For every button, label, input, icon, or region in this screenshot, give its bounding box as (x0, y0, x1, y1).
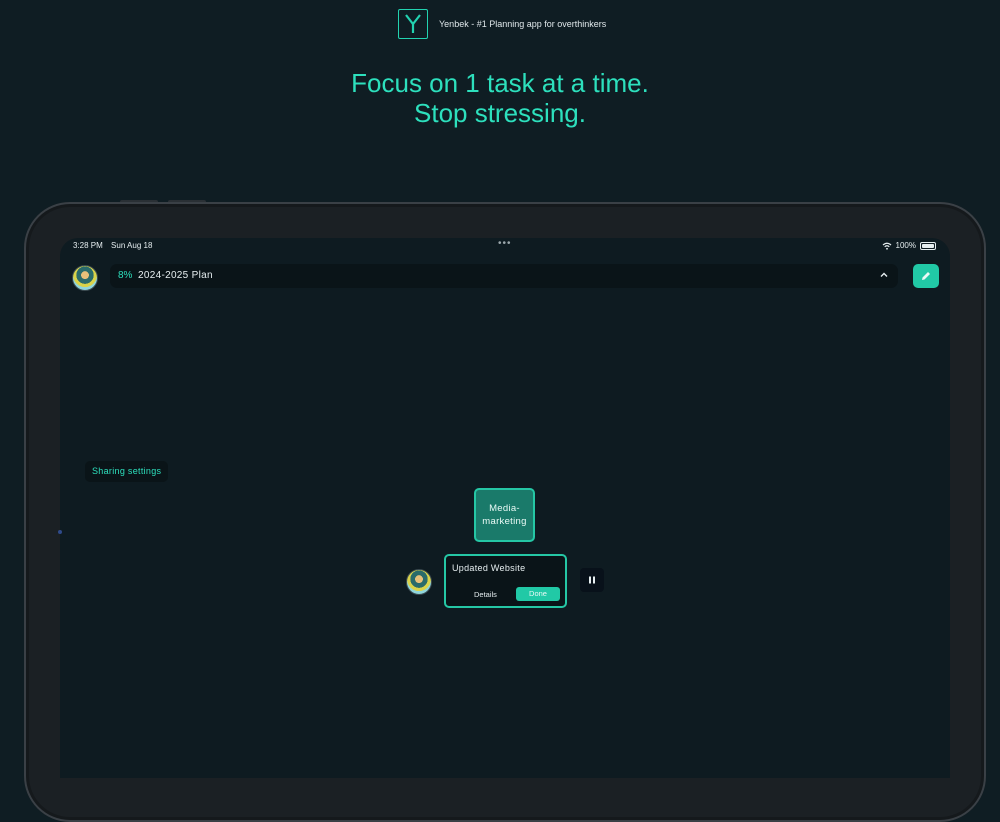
status-date: Sun Aug 18 (111, 241, 153, 250)
pause-button[interactable] (580, 568, 604, 592)
sharing-settings-button[interactable]: Sharing settings (85, 461, 169, 482)
plan-progress-percent: 8% (118, 270, 133, 281)
task-card[interactable]: Updated Website Details Done (444, 554, 567, 608)
multitask-dots[interactable]: ••• (498, 238, 512, 249)
details-button[interactable]: Details (474, 590, 497, 599)
promo-banner: Yenbek - #1 Planning app for overthinker… (0, 0, 1000, 200)
media-marketing-node[interactable]: Media- marketing (474, 488, 535, 542)
status-time: 3:28 PM (73, 241, 103, 250)
headline-line-2: Stop stressing. (414, 98, 586, 128)
done-button[interactable]: Done (516, 587, 560, 601)
app-title: Yenbek - #1 Planning app for overthinker… (439, 19, 607, 29)
battery-percent: 100% (895, 241, 916, 250)
wifi-icon (882, 242, 891, 250)
pause-icon (589, 576, 595, 584)
status-bar-right: 100% (882, 241, 936, 250)
app-logo (398, 9, 428, 39)
headline: Focus on 1 task at a time. Stop stressin… (0, 68, 1000, 128)
status-bar-left: 3:28 PM Sun Aug 18 (73, 241, 158, 250)
side-indicator-dot (58, 530, 62, 534)
edit-button[interactable] (913, 264, 939, 288)
logo-y-icon (405, 14, 421, 33)
task-title: Updated Website (452, 563, 526, 573)
headline-line-1: Focus on 1 task at a time. (351, 68, 649, 98)
plan-selector[interactable]: 8% 2024-2025 Plan (110, 264, 898, 288)
media-node-label: Media- marketing (482, 503, 527, 527)
assignee-avatar[interactable] (406, 569, 432, 595)
chevron-up-icon[interactable] (878, 269, 890, 281)
plan-name: 2024-2025 Plan (138, 270, 213, 281)
pencil-icon (922, 272, 930, 280)
battery-icon (920, 241, 936, 250)
user-avatar[interactable] (72, 265, 98, 291)
app-screen: 3:28 PM Sun Aug 18 ••• 100% 8% 2024-2025… (60, 238, 950, 778)
